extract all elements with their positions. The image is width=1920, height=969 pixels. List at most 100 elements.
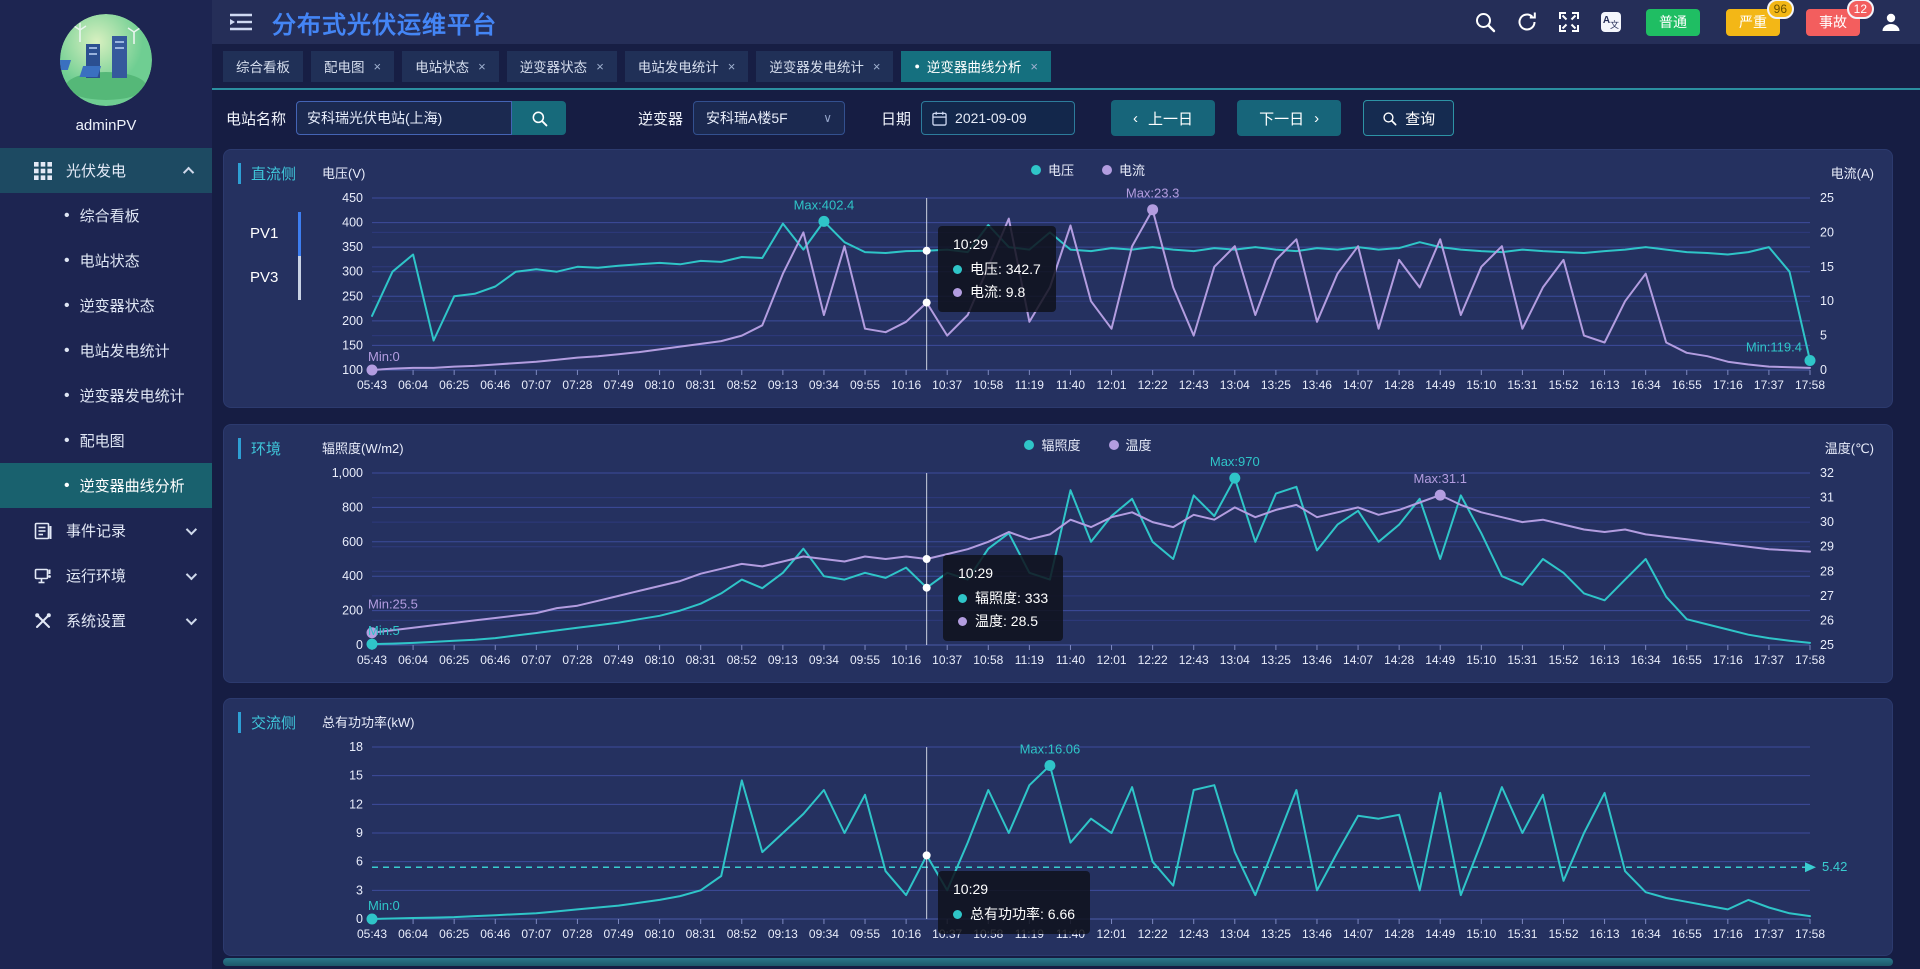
tab[interactable]: ●逆变器曲线分析× — [901, 51, 1051, 82]
series-line — [372, 210, 1810, 370]
tab[interactable]: 电站状态× — [402, 51, 499, 82]
tab[interactable]: 逆变器发电统计× — [756, 51, 893, 82]
x-tick-label: 14:49 — [1425, 927, 1455, 941]
sidebar-subitem[interactable]: •逆变器曲线分析 — [0, 463, 212, 508]
y-tick-label: 250 — [342, 289, 363, 303]
x-tick-label: 16:34 — [1631, 927, 1661, 941]
bullet-icon: • — [64, 342, 70, 360]
tab[interactable]: 配电图× — [311, 51, 394, 82]
x-tick-label: 07:07 — [521, 653, 551, 667]
y-tick-label: 0 — [356, 912, 363, 926]
crosshair-dot — [923, 851, 931, 859]
legend-item[interactable]: 辐照度 — [1024, 435, 1080, 454]
y-tick-label: 10 — [1820, 294, 1834, 308]
dc-line-chart[interactable]: 450400350300250200150100252015105005:430… — [308, 180, 1868, 400]
tab[interactable]: 电站发电统计 × — [625, 51, 749, 82]
sidebar-item[interactable]: 运行环境 — [0, 553, 212, 598]
tab-close-icon[interactable]: × — [1030, 59, 1038, 74]
y-tick-label: 28 — [1820, 564, 1834, 578]
alarm-pill[interactable]: 事故12 — [1806, 9, 1860, 36]
annotation-dot — [1805, 355, 1816, 366]
query-button[interactable]: 查询 — [1363, 100, 1454, 136]
pv-tab[interactable]: PV3 — [250, 256, 301, 300]
fullscreen-icon[interactable] — [1558, 11, 1580, 33]
sidebar-subitem[interactable]: •逆变器状态 — [0, 283, 212, 328]
station-search-button[interactable] — [512, 101, 566, 135]
chevron-right-icon: › — [1314, 110, 1319, 127]
sidebar-subitem[interactable]: •配电图 — [0, 418, 212, 463]
annotation-dot — [367, 365, 378, 376]
next-day-button[interactable]: 下一日 › — [1237, 100, 1341, 136]
tab-close-icon[interactable]: × — [478, 59, 486, 74]
user-icon[interactable] — [1880, 11, 1902, 33]
legend-item[interactable]: 电流 — [1102, 160, 1145, 179]
x-tick-label: 07:49 — [603, 378, 633, 392]
x-tick-label: 09:55 — [850, 378, 880, 392]
sidebar-item[interactable]: 光伏发电 — [0, 148, 212, 193]
x-tick-label: 06:25 — [439, 378, 469, 392]
sidebar-subitem[interactable]: •电站状态 — [0, 238, 212, 283]
tooltip-row: 辐照度: 333 — [958, 587, 1048, 610]
calendar-icon — [932, 111, 947, 126]
x-tick-label: 13:04 — [1220, 378, 1250, 392]
date-input[interactable]: 2021-09-09 — [921, 101, 1075, 135]
y-tick-label: 300 — [342, 265, 363, 279]
legend-item[interactable]: 温度 — [1109, 435, 1152, 454]
tab-close-icon[interactable]: × — [728, 59, 736, 74]
prev-day-button[interactable]: ‹ 上一日 — [1111, 100, 1215, 136]
annotation-dot — [1044, 760, 1055, 771]
x-tick-label: 14:07 — [1343, 653, 1373, 667]
y-tick-label: 6 — [356, 855, 363, 869]
tooltip-series-dot — [953, 910, 962, 919]
x-tick-label: 08:52 — [727, 927, 757, 941]
tab-close-icon[interactable]: × — [374, 59, 382, 74]
sidebar-item[interactable]: 系统设置 — [0, 598, 212, 643]
y-tick-label: 5 — [1820, 329, 1827, 343]
tooltip-series-value: 电流: 9.8 — [970, 281, 1025, 304]
x-tick-label: 13:04 — [1220, 653, 1250, 667]
env-line-chart[interactable]: 1,0008006004002000323130292827262505:430… — [308, 455, 1868, 675]
y-tick-label: 350 — [342, 240, 363, 254]
x-tick-label: 17:16 — [1713, 653, 1743, 667]
x-tick-label: 17:58 — [1795, 927, 1825, 941]
tab-close-icon[interactable]: × — [873, 59, 881, 74]
pv-tab[interactable]: PV1 — [250, 212, 301, 256]
station-name-input[interactable]: 安科瑞光伏电站(上海) — [296, 101, 512, 135]
tab[interactable]: 综合看板 — [223, 51, 303, 82]
sidebar-subitem[interactable]: •电站发电统计 — [0, 328, 212, 373]
horizontal-scrollbar[interactable] — [223, 958, 1893, 966]
tab-label: 电站发电统计 — [638, 56, 719, 76]
x-tick-label: 15:52 — [1548, 653, 1578, 667]
sidebar-item-label: 事件记录 — [66, 520, 186, 541]
x-tick-label: 13:04 — [1220, 927, 1250, 941]
tooltip-series-value: 辐照度: 333 — [975, 587, 1048, 610]
y-tick-label: 25 — [1820, 191, 1834, 205]
sidebar-item[interactable]: 事件记录 — [0, 508, 212, 553]
x-tick-label: 16:13 — [1590, 378, 1620, 392]
tooltip-series-dot — [953, 265, 962, 274]
tab[interactable]: 逆变器状态× — [507, 51, 617, 82]
document-icon — [34, 522, 52, 540]
annotation-dot — [1229, 473, 1240, 484]
bullet-icon: • — [64, 477, 70, 495]
x-tick-label: 17:58 — [1795, 653, 1825, 667]
search-icon[interactable] — [1474, 11, 1496, 33]
sidebar-subitem[interactable]: •逆变器发电统计 — [0, 373, 212, 418]
panel-tag-dc: 直流侧 — [238, 163, 296, 184]
alarm-pill[interactable]: 普通 — [1646, 9, 1700, 36]
collapse-menu-icon[interactable] — [230, 13, 252, 31]
x-tick-label: 07:28 — [562, 653, 592, 667]
inverter-select[interactable]: 安科瑞A楼5F ∨ — [693, 101, 845, 135]
x-tick-label: 07:49 — [603, 653, 633, 667]
tab-close-icon[interactable]: × — [596, 59, 604, 74]
x-tick-label: 12:01 — [1097, 927, 1127, 941]
legend-dot — [1031, 165, 1041, 175]
sidebar-subitem[interactable]: •综合看板 — [0, 193, 212, 238]
alarm-pill[interactable]: 严重96 — [1726, 9, 1780, 36]
refresh-icon[interactable] — [1516, 11, 1538, 33]
legend-item[interactable]: 电压 — [1031, 160, 1074, 179]
annotation-label: Max:970 — [1210, 455, 1260, 469]
x-tick-label: 14:07 — [1343, 378, 1373, 392]
x-tick-label: 06:46 — [480, 378, 510, 392]
translate-icon[interactable]: A文 — [1600, 11, 1622, 33]
